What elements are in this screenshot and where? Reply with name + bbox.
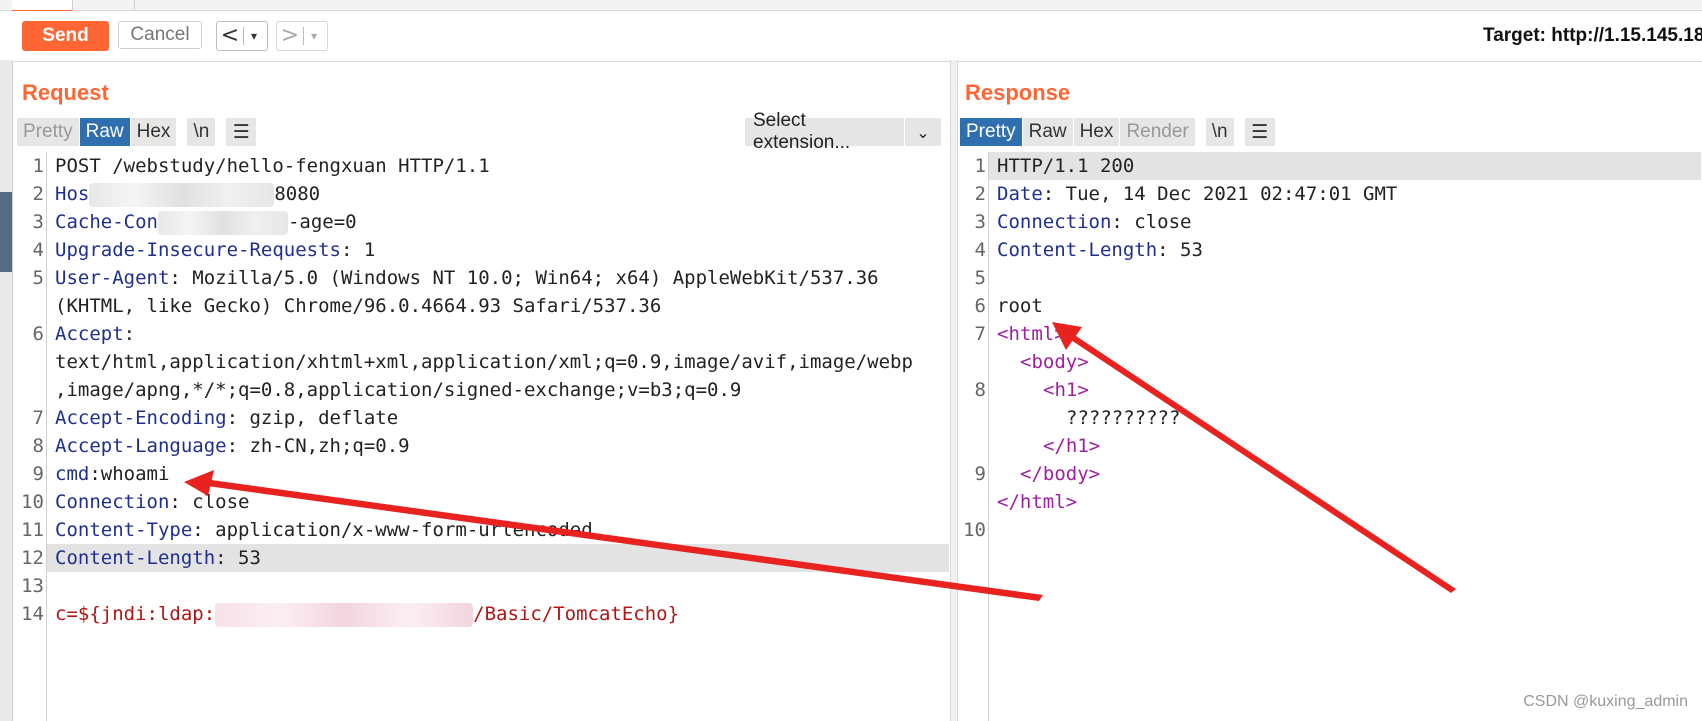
- arrow-to-cmd: [184, 470, 1043, 601]
- arrow-to-root: [1052, 322, 1456, 593]
- csdn-watermark: CSDN @kuxing_admin: [1523, 693, 1688, 710]
- annotation-arrows: [184, 322, 1456, 601]
